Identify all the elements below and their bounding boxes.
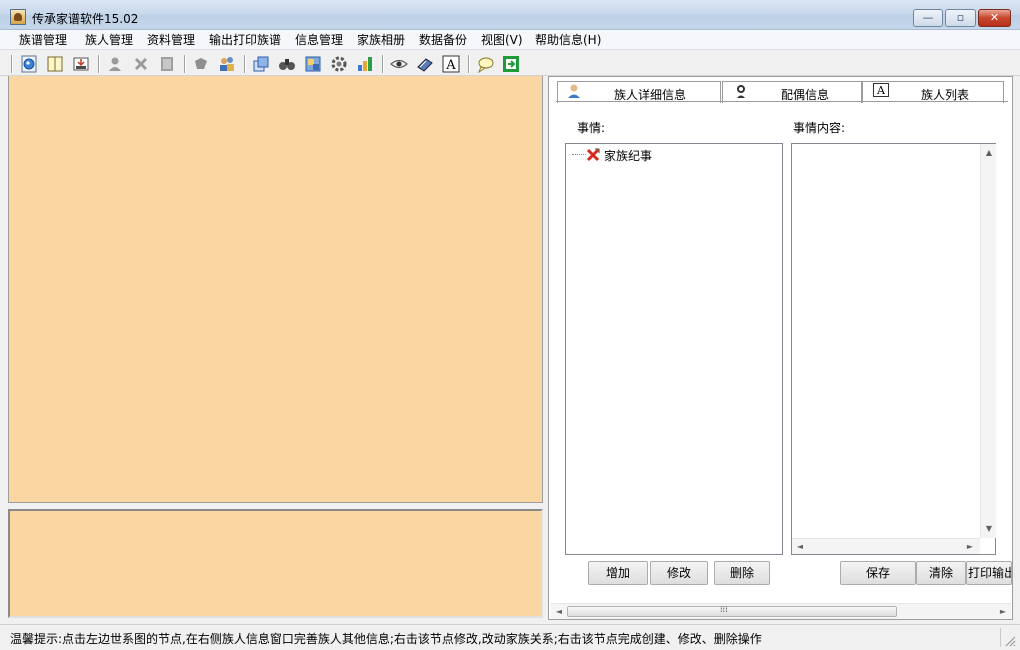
status-text: 温馨提示:点击左边世系图的节点,在右侧族人信息窗口完善族人其他信息;右击该节点修…: [10, 632, 762, 646]
tab-strip-line: [556, 101, 1008, 102]
horizontal-scrollbar[interactable]: ◄ ►: [792, 538, 980, 554]
menu-view[interactable]: 视图(V): [481, 32, 523, 48]
event-content-textarea[interactable]: ▲ ▼ ◄ ►: [791, 143, 996, 555]
book-export-icon[interactable]: [72, 55, 90, 73]
print-output-button[interactable]: 打印输出: [966, 561, 1012, 585]
add-button[interactable]: 增加: [588, 561, 648, 585]
maximize-button[interactable]: ▫: [945, 9, 976, 27]
app-icon: [10, 9, 26, 25]
gear-icon[interactable]: [330, 55, 348, 73]
menu-members[interactable]: 族人管理: [85, 32, 133, 48]
scroll-left-arrow[interactable]: ◄: [794, 542, 806, 551]
text-a-icon: A: [873, 83, 889, 97]
info-panel: 族人详细信息 配偶信息 A 族人列表 事情: 事情内容: 家族纪事 ▲ ▼ ◄ …: [548, 76, 1013, 620]
menu-info[interactable]: 信息管理: [295, 32, 343, 48]
red-x-icon: [586, 148, 600, 162]
scroll-thumb-grip: ⁞⁞⁞: [720, 605, 728, 614]
events-tree[interactable]: 家族纪事: [565, 143, 783, 555]
window-title: 传承家谱软件15.02: [32, 12, 139, 26]
chat-bubble-icon[interactable]: [476, 55, 494, 73]
scroll-right-arrow[interactable]: ►: [997, 607, 1009, 616]
clear-button[interactable]: 清除: [916, 561, 966, 585]
book-icon[interactable]: [46, 55, 64, 73]
copy-windows-icon[interactable]: [252, 55, 270, 73]
image-icon[interactable]: [304, 55, 322, 73]
text-a-icon[interactable]: A: [442, 55, 460, 73]
menu-materials[interactable]: 资料管理: [147, 32, 195, 48]
toolbar-separator: [244, 55, 246, 73]
scroll-left-arrow[interactable]: ◄: [553, 607, 565, 616]
svg-text:A: A: [445, 58, 456, 73]
toolbar: A: [0, 51, 1020, 76]
edit-button[interactable]: 修改: [650, 561, 708, 585]
tab-spouse-info[interactable]: 配偶信息: [722, 81, 862, 103]
delete-button[interactable]: 删除: [714, 561, 770, 585]
save-button[interactable]: 保存: [840, 561, 916, 585]
toolbar-separator: [382, 55, 384, 73]
toolbar-separator: [468, 55, 470, 73]
note-pane[interactable]: [8, 509, 543, 618]
status-bar: 温馨提示:点击左边世系图的节点,在右侧族人信息窗口完善族人其他信息;右击该节点修…: [0, 624, 1020, 650]
grid-icon[interactable]: [158, 55, 176, 73]
binoculars-icon[interactable]: [278, 55, 296, 73]
tab-member-details[interactable]: 族人详细信息: [557, 81, 721, 103]
toolbar-separator: [98, 55, 100, 73]
status-separator: [1000, 628, 1001, 647]
events-label: 事情:: [577, 121, 606, 135]
menu-bar: 族谱管理 族人管理 资料管理 输出打印族谱 信息管理 家族相册 数据备份 视图(…: [0, 30, 1020, 50]
person-icon: [568, 84, 580, 98]
family-tree-canvas[interactable]: [8, 76, 543, 503]
globe-icon[interactable]: [20, 55, 38, 73]
event-content-label: 事情内容:: [793, 121, 846, 135]
delete-x-icon[interactable]: [132, 55, 150, 73]
spouse-icon: [737, 85, 745, 98]
vertical-scrollbar[interactable]: ▲ ▼: [980, 144, 996, 538]
eye-icon[interactable]: [390, 55, 408, 73]
menu-backup[interactable]: 数据备份: [419, 32, 467, 48]
bar-chart-icon[interactable]: [356, 55, 374, 73]
event-item-label: 家族纪事: [604, 149, 653, 163]
toolbar-separator: [11, 55, 13, 73]
scroll-thumb[interactable]: ⁞⁞⁞: [567, 605, 897, 617]
menu-print[interactable]: 输出打印族谱: [209, 32, 281, 48]
tree-connector: [572, 154, 586, 155]
scroll-down-arrow[interactable]: ▼: [981, 524, 997, 533]
books-icon[interactable]: [416, 55, 434, 73]
menu-help[interactable]: 帮助信息(H): [535, 32, 601, 48]
tab-member-list[interactable]: A 族人列表: [862, 81, 1004, 103]
resize-grip-icon[interactable]: [1004, 635, 1016, 647]
close-button[interactable]: ✕: [978, 9, 1011, 27]
people-icon[interactable]: [218, 55, 236, 73]
menu-album[interactable]: 家族相册: [357, 32, 405, 48]
puzzle-icon[interactable]: [192, 55, 210, 73]
scroll-right-arrow[interactable]: ►: [964, 542, 976, 551]
minimize-button[interactable]: —: [913, 9, 943, 27]
toolbar-separator: [184, 55, 186, 73]
title-bar[interactable]: 传承家谱软件15.02 — ▫ ✕: [0, 0, 1020, 30]
scroll-up-arrow[interactable]: ▲: [981, 148, 997, 157]
menu-genealogy[interactable]: 族谱管理: [19, 32, 67, 48]
panel-horizontal-scrollbar[interactable]: ◄ ⁞⁞⁞ ►: [551, 603, 1011, 619]
exit-icon[interactable]: [502, 55, 520, 73]
svg-text:A: A: [876, 84, 886, 97]
person-icon[interactable]: [106, 55, 124, 73]
